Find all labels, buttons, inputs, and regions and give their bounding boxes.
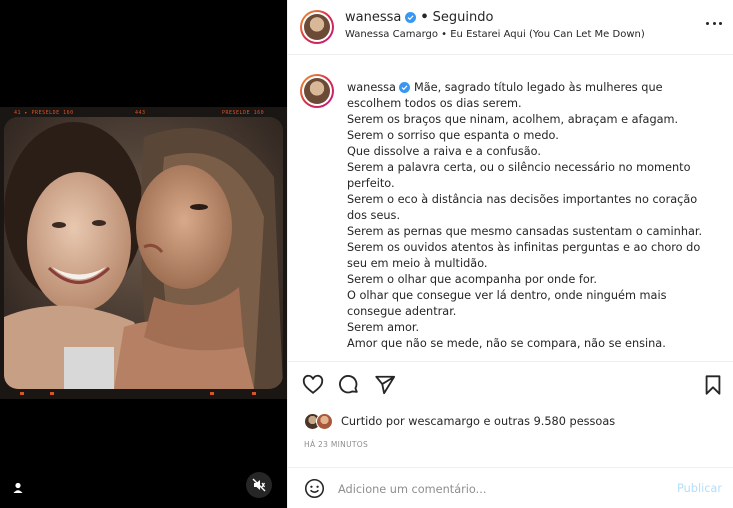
caption-line: Serem a palavra certa, ou o silêncio nec… [347,161,691,174]
mute-button[interactable] [246,472,272,498]
caption-line: Amor que não se mede, não se compara, nã… [347,337,666,350]
caption-line: escolhem todos os dias serem. [347,97,522,110]
heart-icon[interactable] [302,374,324,396]
action-bar [288,368,733,402]
caption-line: O olhar que consegue ver lá dentro, onde… [347,289,667,302]
caption-line: seu em meio à multidão. [347,257,488,270]
post-side-panel: wanessa • Seguindo Wanessa Camargo • Eu … [287,0,733,508]
caption-username[interactable]: wanessa [347,81,396,94]
likes-summary[interactable]: Curtido por wescamargo e outras 9.580 pe… [304,410,615,432]
comment-input[interactable] [338,479,658,499]
header-username[interactable]: wanessa [345,10,401,25]
film-label-left: 41 ▸ PRESELDE 160 [14,110,74,116]
caption-line: Serem os braços que ninam, acolhem, abra… [347,113,679,126]
post-photo [4,117,283,389]
mute-icon [252,478,266,492]
caption-first-line: wanessa Mãe, sagrado título legado às mul… [347,80,727,96]
film-mark [210,392,214,395]
avatar [316,412,333,430]
photo-illustration [4,117,283,389]
comment-bar: Publicar [288,467,733,508]
follow-status[interactable]: Seguindo [433,10,494,25]
bookmark-icon[interactable] [702,374,724,396]
film-label-mid: 443 [135,110,146,116]
likes-text: Curtido por wescamargo e outras 9.580 pe… [341,414,616,428]
post-media[interactable]: 41 ▸ PRESELDE 160 443 PRESELDE 160 [0,0,287,508]
caption-line: Serem as pernas que mesmo cansadas suste… [347,225,703,238]
audio-track[interactable]: Wanessa Camargo • Eu Estarei Aqui (You C… [345,29,645,40]
caption-line: consegue adentrar. [347,305,457,318]
caption-line: Serem o eco à distância nas decisões imp… [347,193,698,206]
header-user-row: wanessa • Seguindo [345,10,493,25]
film-strip-bottom [0,388,287,400]
film-mark [252,392,256,395]
user-tag-icon[interactable] [10,480,26,496]
share-icon[interactable] [374,374,396,396]
film-label-right: PRESELDE 160 [222,110,265,116]
caption-line: perfeito. [347,177,395,190]
caption-text: wanessa Mãe, sagrado título legado às mul… [347,80,727,352]
caption-line: Serem os ouvidos atentos às infinitas pe… [347,241,701,254]
post-comment-button[interactable]: Publicar [677,482,722,495]
caption-line: Serem amor. [347,321,420,334]
verified-badge-icon [398,82,410,93]
film-mark [50,392,54,395]
more-options-icon[interactable] [706,20,722,26]
emoji-icon[interactable] [304,478,325,499]
caption-line: Serem o sorriso que espanta o medo. [347,129,559,142]
caption-line: Mãe, sagrado título legado às mulheres q… [413,81,663,94]
avatar[interactable] [300,74,334,108]
header-separator: • [420,10,429,25]
comment-icon[interactable] [338,374,360,396]
caption-line: Que dissolve a raiva e a confusão. [347,145,541,158]
caption-area: wanessa Mãe, sagrado título legado às mul… [288,56,733,362]
caption-line: Serem o olhar que acompanha por onde for… [347,273,597,286]
caption-line: dos seus. [347,209,401,222]
avatar[interactable] [300,10,334,44]
post-time[interactable]: HÁ 23 MINUTOS [304,440,368,449]
post-header: wanessa • Seguindo Wanessa Camargo • Eu … [288,0,733,55]
verified-badge-icon [405,12,417,23]
film-mark [20,392,24,395]
